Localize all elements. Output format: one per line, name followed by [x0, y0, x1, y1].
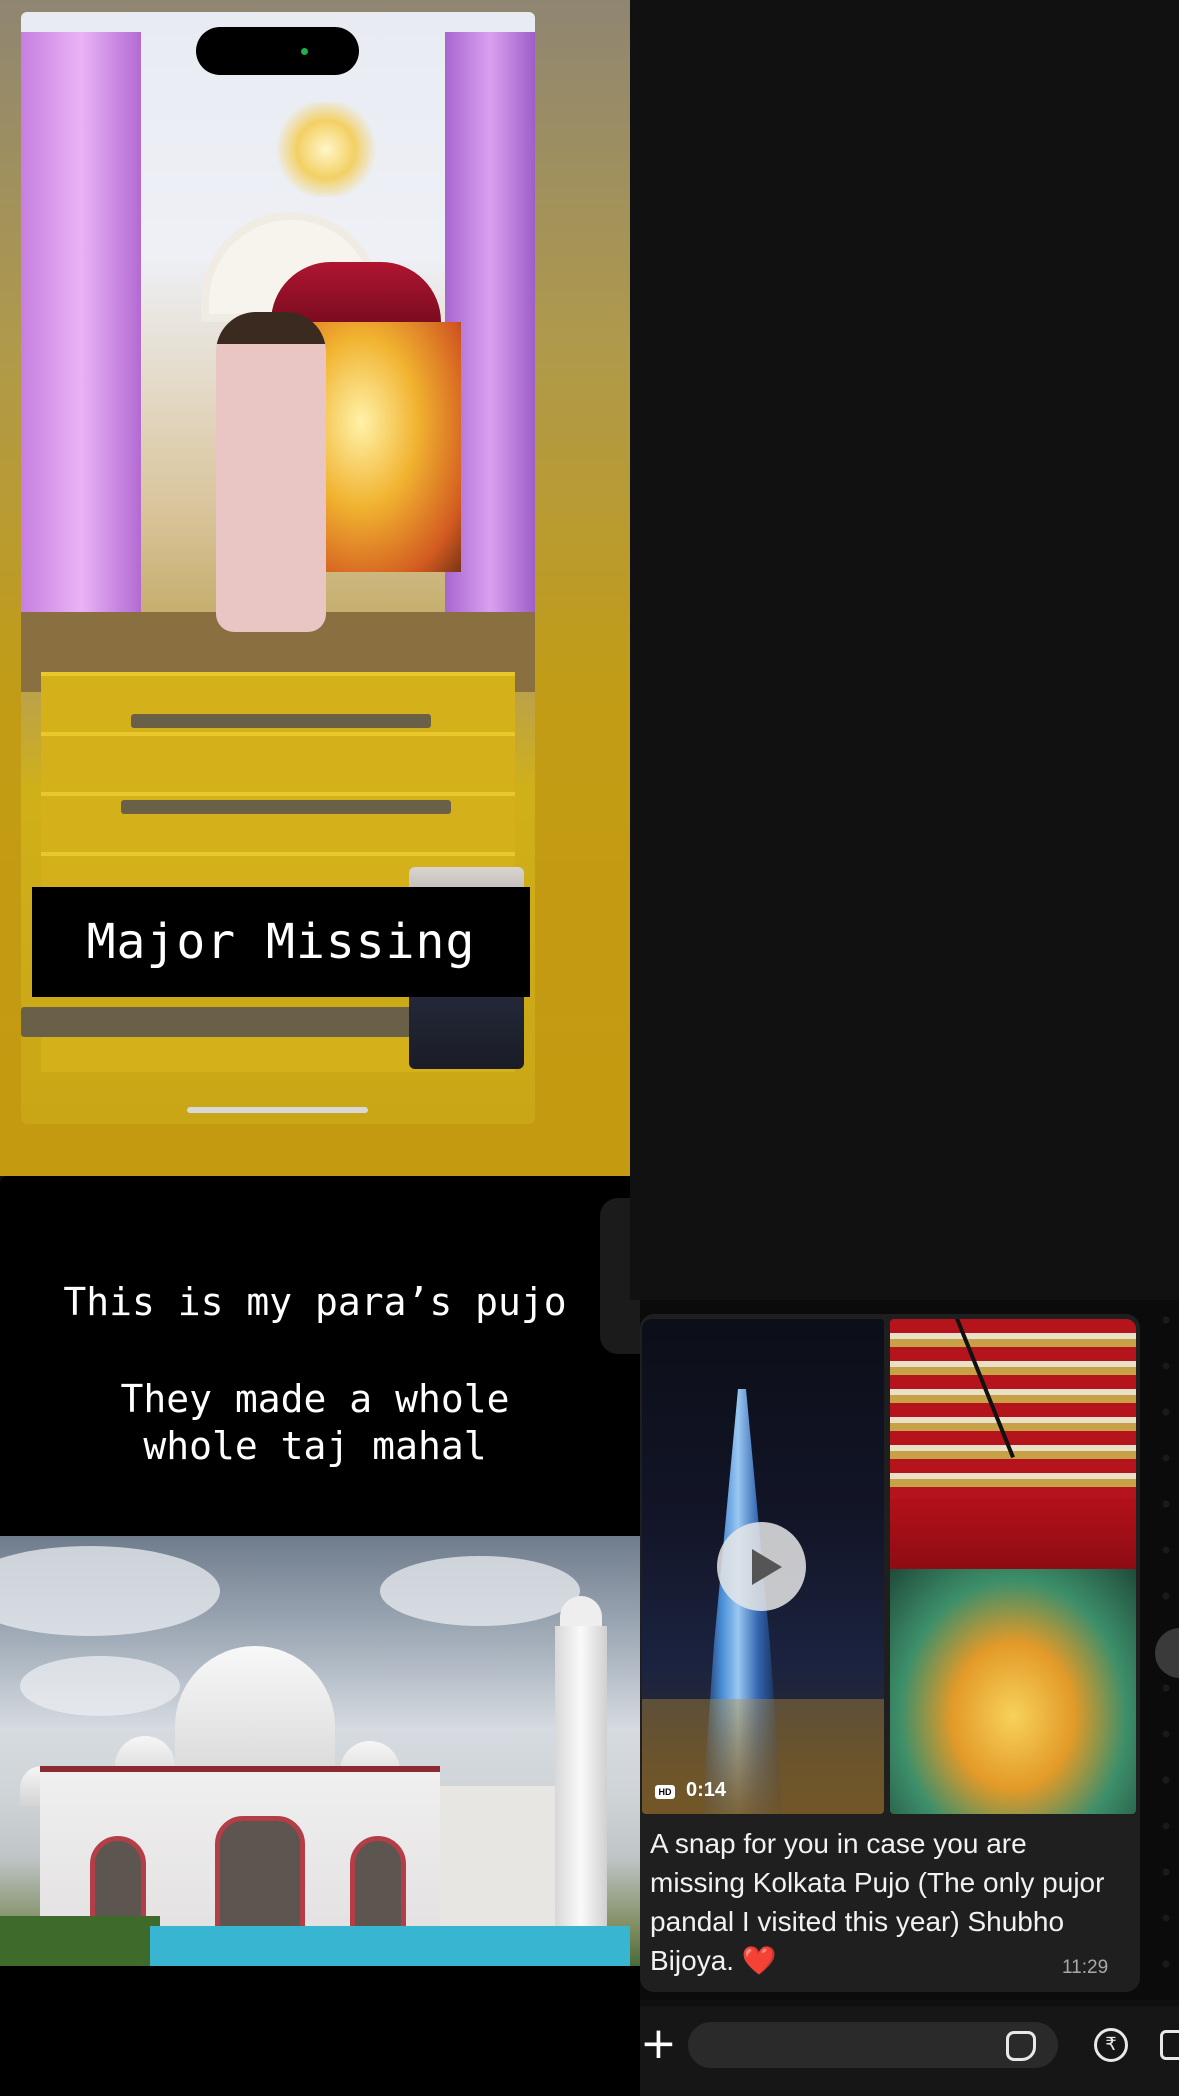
pandal-drape [890, 1499, 1136, 1569]
message-body: A snap for you in case you are missing K… [650, 1828, 1105, 1976]
message-input[interactable] [688, 2022, 1058, 2068]
pool [150, 1926, 630, 1966]
chat-background [630, 0, 1179, 1300]
slide-text-line: whole taj mahal [143, 1424, 487, 1468]
stair-shadow [121, 800, 451, 814]
video-duration: 0:14 [686, 1779, 727, 1801]
hd-badge: HD [655, 1785, 675, 1799]
plus-icon[interactable]: + [640, 2022, 677, 2066]
heart-emoji: ❤️ [741, 1945, 777, 1976]
main-dome [175, 1646, 335, 1776]
temple-pillar-left [21, 32, 141, 672]
photo-attachment[interactable] [890, 1319, 1136, 1814]
camera-icon[interactable] [1160, 2030, 1179, 2060]
stair-shadow [131, 714, 431, 728]
person-figure [216, 312, 326, 632]
durga-idol [890, 1569, 1136, 1814]
rupee-icon[interactable]: ₹ [1094, 2028, 1128, 2062]
slide-text-line: They made a whole [120, 1377, 510, 1421]
cloud [20, 1656, 180, 1716]
message-text: A snap for you in case you are missing K… [650, 1824, 1120, 1980]
grass [0, 1916, 160, 1966]
home-indicator[interactable] [187, 1107, 368, 1113]
minaret [555, 1626, 607, 1956]
cloud [0, 1546, 220, 1636]
tower-base [642, 1699, 884, 1814]
camera-indicator-dot [301, 48, 308, 55]
story-caption: Major Missing [86, 914, 476, 970]
pandal-ceiling [890, 1319, 1136, 1499]
dynamic-island [196, 27, 359, 75]
sticker-icon[interactable] [1006, 2031, 1036, 2061]
taj-arch-main [215, 1816, 305, 1936]
stair-step [41, 732, 515, 792]
cloud [380, 1556, 580, 1626]
play-icon [752, 1549, 782, 1585]
taj-mahal-pandal-photo[interactable] [0, 1536, 640, 1966]
message-timestamp: 11:29 [1062, 1957, 1109, 1978]
text-slide [0, 1176, 640, 1536]
slide-text-line: This is my para’s pujo [63, 1280, 567, 1324]
chandelier [271, 102, 381, 197]
left-bottom-area [0, 1966, 640, 2096]
